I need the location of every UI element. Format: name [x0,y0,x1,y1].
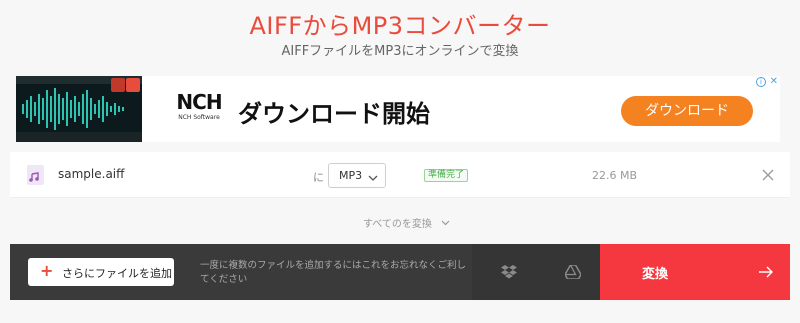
google-drive-icon [564,264,582,283]
ad-info-icon[interactable]: i [756,77,766,87]
ad-audio-waveform-image [16,76,142,142]
add-more-files-button[interactable]: + さらにファイルを追加 [28,258,174,286]
audio-file-icon [27,165,44,185]
ad-banner[interactable]: NCH NCH Software ダウンロード開始 ダウンロード i ✕ [16,76,780,142]
output-format-value: MP3 [339,169,363,182]
convert-all-label: すべてのを変換 [363,219,432,230]
to-label: に [313,171,324,184]
upload-toolbar: + さらにファイルを追加 一度に複数のファイルを追加するにはこれをお忘れなくご利… [10,244,790,300]
ad-close-icon[interactable]: ✕ [770,76,778,88]
nch-logo: NCH NCH Software [172,92,226,121]
multi-file-hint: 一度に複数のファイルを追加するにはこれをお忘れなくご利してください [200,260,467,285]
arrow-right-icon [758,264,774,283]
ad-headline: ダウンロード開始 [238,100,430,128]
page: AIFFからMP3コンバーター AIFFファイルをMP3にオンラインで変換 NC… [0,0,800,323]
convert-all-toggle[interactable]: すべてのを変換 [363,215,450,230]
convert-all-bar: すべてのを変換 [10,199,790,243]
chevron-down-icon [441,219,450,230]
file-size: 22.6 MB [592,169,638,182]
ad-download-button[interactable]: ダウンロード [621,96,753,126]
close-icon[interactable] [761,167,775,181]
add-more-files-label: さらにファイルを追加 [62,267,172,280]
page-subtitle: AIFFファイルをMP3にオンラインで変換 [281,44,519,59]
dropbox-button[interactable] [472,244,546,300]
plus-icon: + [40,261,54,280]
convert-label: 変換 [642,267,669,282]
file-row: sample.aiff に MP3 準備完了 22.6 MB [10,152,790,198]
status-badge: 準備完了 [424,169,469,182]
nch-logo-subtitle: NCH Software [178,114,220,121]
convert-button[interactable]: 変換 [600,244,790,300]
file-name: sample.aiff [58,167,125,181]
chevron-down-icon [368,169,378,188]
page-title: AIFFからMP3コンバーター [249,12,551,40]
dropbox-icon [501,264,517,283]
output-format-select[interactable]: MP3 [328,163,386,188]
google-drive-button[interactable] [546,244,600,300]
nch-logo-mark: NCH [176,90,222,114]
